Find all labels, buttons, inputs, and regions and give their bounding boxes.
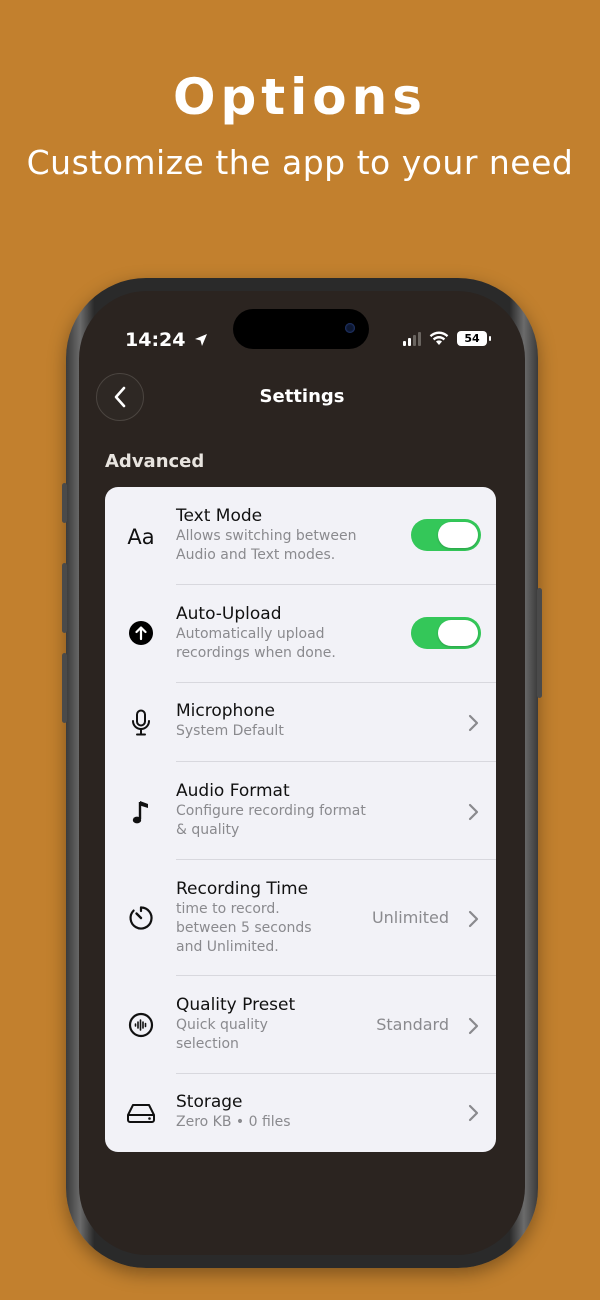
status-indicators: 54 <box>403 331 491 346</box>
music-note-icon <box>123 794 159 830</box>
setting-quality-preset[interactable]: Quality Preset Quick quality selection S… <box>105 976 496 1074</box>
upload-circle-icon <box>123 615 159 651</box>
cellular-signal-icon <box>403 331 421 346</box>
settings-card: Aa Text Mode Allows switching between Au… <box>105 487 496 1152</box>
setting-subtitle: System Default <box>176 723 284 739</box>
drive-icon <box>123 1095 159 1131</box>
setting-storage[interactable]: Storage Zero KB • 0 files <box>105 1074 496 1152</box>
timer-icon <box>123 900 159 936</box>
phone-screen: 14:24 54 Settings Advanced Aa Text Mode … <box>79 291 525 1255</box>
setting-subtitle: Quick quality selection <box>176 1017 268 1052</box>
hero-subtitle: Customize the app to your need <box>26 143 574 182</box>
setting-title: Recording Time <box>176 879 309 899</box>
dynamic-island <box>233 309 369 349</box>
phone-frame: 14:24 54 Settings Advanced Aa Text Mode … <box>62 278 542 1268</box>
chevron-right-icon <box>468 1017 479 1035</box>
action-button <box>62 483 67 523</box>
setting-title: Quality Preset <box>176 995 296 1015</box>
setting-auto-upload[interactable]: Auto-Upload Automatically upload recordi… <box>105 585 496 683</box>
battery-icon: 54 <box>457 331 491 346</box>
camera-icon <box>345 323 355 333</box>
toggle-knob <box>438 620 478 646</box>
setting-text-mode[interactable]: Aa Text Mode Allows switching between Au… <box>105 487 496 585</box>
chevron-right-icon <box>468 803 479 821</box>
volume-up-button <box>62 563 67 633</box>
setting-subtitle: Automatically upload recordings when don… <box>176 626 336 661</box>
toggle-knob <box>438 522 478 548</box>
power-button <box>537 588 542 698</box>
volume-down-button <box>62 653 67 723</box>
setting-microphone[interactable]: Microphone System Default <box>105 683 496 762</box>
setting-title: Storage <box>176 1092 243 1112</box>
setting-subtitle: time to record. between 5 seconds and Un… <box>176 901 312 955</box>
setting-recording-time[interactable]: Recording Time time to record. between 5… <box>105 860 496 976</box>
chevron-right-icon <box>468 910 479 928</box>
wifi-icon <box>429 331 449 345</box>
text-mode-toggle[interactable] <box>411 519 481 551</box>
setting-subtitle: Configure recording format & quality <box>176 803 366 838</box>
status-time-text: 14:24 <box>125 329 186 351</box>
setting-subtitle: Allows switching between Audio and Text … <box>176 528 357 563</box>
chevron-right-icon <box>468 714 479 732</box>
location-arrow-icon <box>195 334 208 346</box>
setting-subtitle: Zero KB • 0 files <box>176 1114 291 1130</box>
setting-value: Standard <box>376 1015 449 1034</box>
hero-title: Options <box>172 68 428 126</box>
microphone-icon <box>123 705 159 741</box>
status-time: 14:24 <box>125 329 208 351</box>
chevron-right-icon <box>468 1104 479 1122</box>
nav-title: Settings <box>259 386 345 407</box>
setting-title: Audio Format <box>176 781 290 801</box>
text-aa-icon: Aa <box>127 525 155 549</box>
setting-title: Microphone <box>176 701 275 721</box>
setting-value: Unlimited <box>371 908 449 927</box>
setting-audio-format[interactable]: Audio Format Configure recording format … <box>105 762 496 860</box>
setting-title: Auto-Upload <box>176 604 282 624</box>
section-title: Advanced <box>105 451 205 472</box>
setting-title: Text Mode <box>176 506 263 526</box>
auto-upload-toggle[interactable] <box>411 617 481 649</box>
waveform-circle-icon <box>123 1007 159 1043</box>
